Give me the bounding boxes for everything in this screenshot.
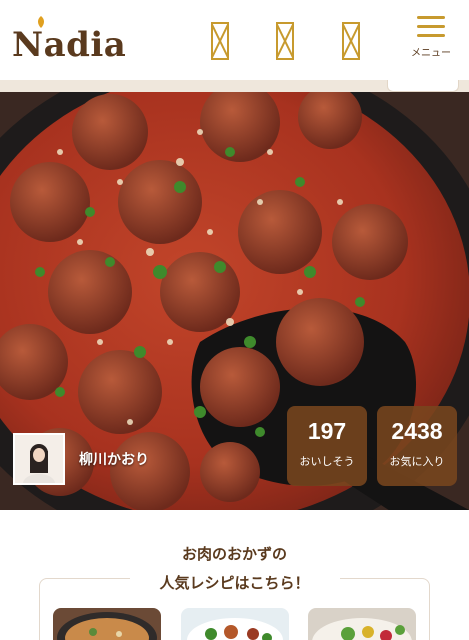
menu-label: メニュー xyxy=(411,48,451,59)
bookmark-icon[interactable] xyxy=(211,22,229,60)
hamburger-icon xyxy=(417,16,445,38)
author-name: 柳川かおり xyxy=(79,452,149,468)
promo-heading-line1: お肉のおかずの xyxy=(181,545,287,563)
yummy-count-button[interactable]: 197 おいしそう xyxy=(287,406,367,486)
sub-bar xyxy=(0,80,469,92)
leaf-icon xyxy=(38,16,44,28)
avatar xyxy=(13,433,65,485)
yummy-count: 197 xyxy=(307,418,347,444)
site-logo[interactable]: Nadia xyxy=(12,16,127,65)
logo-text: Nadia xyxy=(12,25,127,65)
menu-button[interactable]: メニュー xyxy=(408,14,454,66)
favorite-label: お気に入り xyxy=(389,455,445,468)
recipe-thumbnail[interactable] xyxy=(308,608,416,640)
site-header: Nadia メニュー xyxy=(0,0,469,80)
recipe-thumbnail[interactable] xyxy=(181,608,289,640)
promo-heading-line2: 人気レシピはこちら！ xyxy=(159,574,310,592)
favorite-count: 2438 xyxy=(391,418,443,444)
yummy-label: おいしそう xyxy=(299,455,355,468)
bookmark-icon[interactable] xyxy=(276,22,294,60)
promo-heading: お肉のおかずの 人気レシピはこちら！ xyxy=(0,540,469,598)
recipe-author[interactable]: 柳川かおり xyxy=(13,433,149,485)
favorite-count-button[interactable]: 2438 お気に入り xyxy=(377,406,457,486)
sub-bar-tab[interactable] xyxy=(387,80,459,92)
recipe-thumbnail[interactable] xyxy=(53,608,161,640)
bookmark-icon[interactable] xyxy=(342,22,360,60)
